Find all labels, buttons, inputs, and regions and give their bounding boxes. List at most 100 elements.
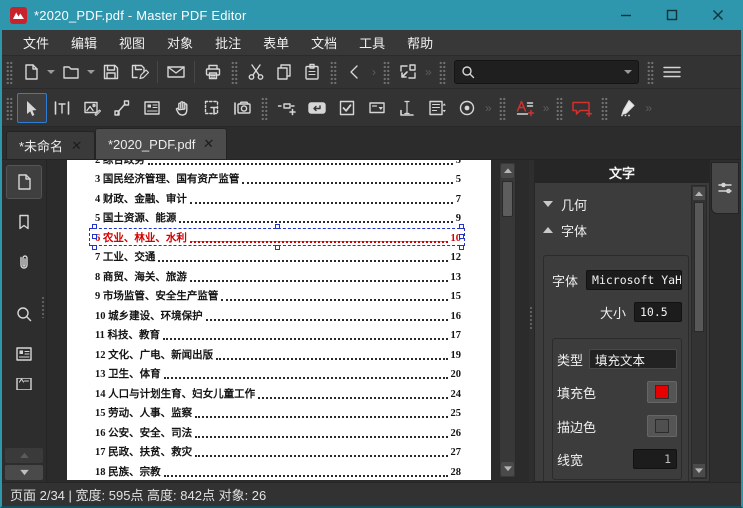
menu-view[interactable]: 视图 <box>108 30 156 55</box>
toc-row[interactable]: 3 国民经济管理、国有资产监管 5 <box>95 169 461 189</box>
edit-link-tool[interactable] <box>272 93 302 123</box>
print-button[interactable] <box>199 59 227 85</box>
hand-tool[interactable] <box>167 93 197 123</box>
toc-row[interactable]: 18 民族、宗教 28 <box>95 461 461 480</box>
listbox-field-tool[interactable] <box>422 93 452 123</box>
toolbar-grip[interactable] <box>601 95 609 120</box>
new-document-dropdown[interactable] <box>45 59 57 85</box>
toc-row[interactable]: 13 卫生、体育 20 <box>95 364 461 384</box>
add-text-annotation-tool[interactable] <box>510 93 540 123</box>
paste-button[interactable] <box>298 59 326 85</box>
toc-row[interactable]: 17 民政、扶贫、救灾 27 <box>95 442 461 462</box>
selection-handle[interactable] <box>459 233 464 239</box>
close-button[interactable] <box>695 0 741 30</box>
edit-image-tool[interactable] <box>77 93 107 123</box>
line-width-field[interactable]: 1 <box>633 449 677 469</box>
tab-untitled[interactable]: *未命名 ✕ <box>6 131 95 159</box>
toc-row[interactable]: 16 公安、安全、司法 26 <box>95 422 461 442</box>
type-select[interactable]: 填充文本 <box>589 349 677 369</box>
toc-row[interactable]: 12 文化、广电、新闻出版 19 <box>95 344 461 364</box>
toc-row[interactable]: 2 综合政务 3 <box>95 160 461 169</box>
menu-help[interactable]: 帮助 <box>396 30 444 55</box>
toc-row[interactable]: 7 工业、交通 12 <box>95 247 461 267</box>
sidebar-splitter-handle[interactable] <box>41 296 45 318</box>
fill-color-button[interactable] <box>647 381 677 403</box>
panel-scroll-down-arrow[interactable]: ▼ <box>692 464 706 477</box>
tab-close-icon[interactable]: ✕ <box>202 136 215 152</box>
toc-row[interactable]: 4 财政、金融、审计 7 <box>95 188 461 208</box>
bookmarks-button[interactable] <box>6 205 42 239</box>
cut-button[interactable] <box>242 59 270 85</box>
new-document-button[interactable] <box>17 59 45 85</box>
selection-handle[interactable] <box>92 224 97 229</box>
toolbar-grip[interactable] <box>261 95 268 120</box>
section-font[interactable]: 字体 <box>543 217 689 243</box>
document-scrollbar[interactable]: ▲ ▼ <box>499 162 516 478</box>
form-fields-button[interactable] <box>6 337 42 371</box>
search-input[interactable] <box>478 65 624 79</box>
text-field-tool[interactable] <box>392 93 422 123</box>
toolbar-grip[interactable] <box>231 60 238 84</box>
section-geometry[interactable]: 几何 <box>543 191 689 217</box>
toolbar-grip[interactable] <box>6 60 13 84</box>
toc-row-selected[interactable]: 6 农业、林业、水利 10 <box>89 224 465 250</box>
edit-forms-tool[interactable] <box>137 93 167 123</box>
open-dropdown[interactable] <box>85 59 97 85</box>
menu-tools[interactable]: 工具 <box>348 30 396 55</box>
properties-tab-button[interactable] <box>711 162 739 214</box>
font-name-field[interactable]: Microsoft YaHei <box>586 270 682 290</box>
snapshot-tool[interactable] <box>227 93 257 123</box>
menu-annotate[interactable]: 批注 <box>204 30 252 55</box>
toc-row[interactable]: 11 科技、教育 17 <box>95 325 461 345</box>
menu-forms[interactable]: 表单 <box>252 30 300 55</box>
toolbar-grip[interactable] <box>383 60 390 84</box>
highlight-tool[interactable] <box>612 93 642 123</box>
button-field-tool[interactable] <box>302 93 332 123</box>
maximize-button[interactable] <box>649 0 695 30</box>
signatures-button[interactable] <box>6 377 42 391</box>
toc-row[interactable]: 15 劳动、人事、监察 25 <box>95 403 461 423</box>
sidebar-scroll-up[interactable]: ▲ <box>5 448 43 463</box>
selection-handle[interactable] <box>459 224 464 229</box>
sidebar-scroll-down[interactable]: ▼ <box>5 465 43 480</box>
panel-scrollbar[interactable]: ▲ ▼ <box>691 185 707 479</box>
back-button[interactable] <box>341 59 369 85</box>
page-thumbnails-button[interactable] <box>6 165 42 199</box>
document-view[interactable]: 2 综合政务 3 3 国民经济管理、国有资产监管 5 4 财政、金融、审计 7 5 国… <box>47 160 529 482</box>
add-callout-tool[interactable] <box>567 93 597 123</box>
toolbar-grip[interactable] <box>330 60 337 84</box>
panel-scroll-up-arrow[interactable]: ▲ <box>692 187 706 200</box>
toolbar-grip[interactable] <box>6 95 13 120</box>
fit-visible-button[interactable] <box>394 59 422 85</box>
toolbar-grip[interactable] <box>438 60 446 84</box>
panel-scrollbar-thumb[interactable] <box>694 202 704 332</box>
toc-row[interactable]: 8 商贸、海关、旅游 13 <box>95 266 461 286</box>
toolbar-grip[interactable] <box>556 95 564 120</box>
edit-text-tool[interactable] <box>47 93 77 123</box>
main-menu-button[interactable] <box>658 59 686 85</box>
tab-2020-pdf[interactable]: *2020_PDF.pdf ✕ <box>94 128 228 159</box>
selection-handle[interactable] <box>92 233 97 239</box>
radio-field-tool[interactable] <box>452 93 482 123</box>
checkbox-field-tool[interactable] <box>332 93 362 123</box>
combobox-field-tool[interactable] <box>362 93 392 123</box>
toc-row[interactable]: 14 人口与计划生育、妇女儿童工作 24 <box>95 383 461 403</box>
font-size-field[interactable]: 10.5 <box>634 302 682 322</box>
tab-close-icon[interactable]: ✕ <box>70 138 83 154</box>
select-text-tool[interactable] <box>197 93 227 123</box>
pdf-page[interactable]: 2 综合政务 3 3 国民经济管理、国有资产监管 5 4 财政、金融、审计 7 5 国… <box>67 160 491 480</box>
toolbar-grip[interactable] <box>646 60 654 84</box>
menu-object[interactable]: 对象 <box>156 30 204 55</box>
forward-button[interactable]: › <box>369 65 379 79</box>
scroll-down-arrow[interactable]: ▼ <box>501 462 514 476</box>
scrollbar-thumb[interactable] <box>502 181 513 217</box>
edit-path-tool[interactable] <box>107 93 137 123</box>
minimize-button[interactable] <box>603 0 649 30</box>
search-panel-button[interactable] <box>6 297 42 331</box>
menu-document[interactable]: 文档 <box>300 30 348 55</box>
menu-edit[interactable]: 编辑 <box>60 30 108 55</box>
copy-button[interactable] <box>270 59 298 85</box>
search-dropdown[interactable] <box>623 70 632 74</box>
toc-row[interactable]: 10 城乡建设、环境保护 16 <box>95 305 461 325</box>
menu-file[interactable]: 文件 <box>12 30 60 55</box>
